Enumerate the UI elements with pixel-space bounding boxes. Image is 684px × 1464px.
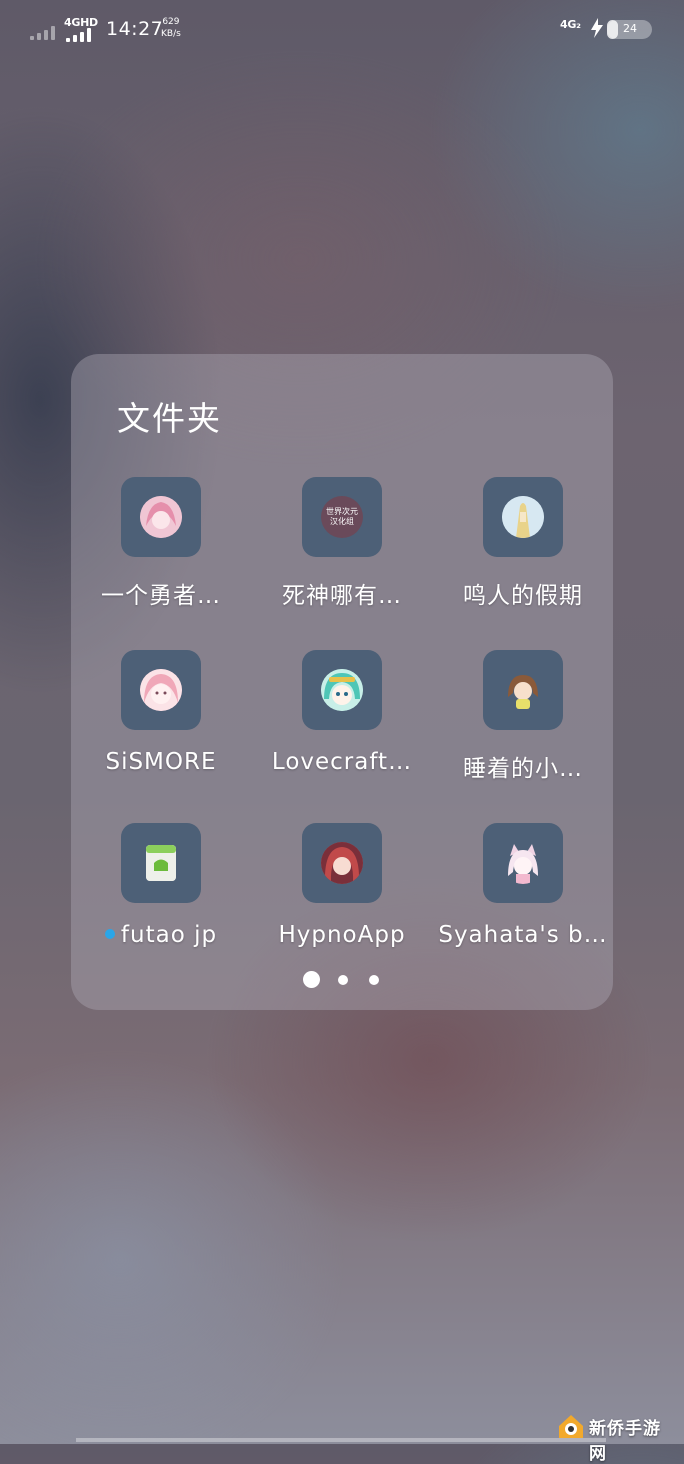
app-item[interactable]: Syahata's b… [433,823,613,973]
watermark-logo-icon [559,1415,583,1438]
app-label: SiSMORE [105,749,217,775]
app-item[interactable]: HypnoApp [252,823,432,973]
app-icon[interactable] [121,823,201,903]
app-icon[interactable] [302,823,382,903]
app-icon[interactable] [121,650,201,730]
signal-strength-icon-sim2 [66,28,92,42]
app-icon[interactable] [483,823,563,903]
page-dot[interactable] [369,975,379,985]
app-icon[interactable] [302,650,382,730]
app-label: HypnoApp [278,922,406,948]
page-indicator [71,970,613,990]
app-item[interactable]: futao jp [71,823,251,973]
app-icon[interactable]: 世界次元 汉化组 [302,477,382,557]
signal-strength-icon-sim1 [30,24,60,40]
app-label: Lovecraft… [271,749,413,775]
battery-level: 24 [623,22,637,35]
watermark-text: 新侨手游网 [589,1419,661,1464]
app-label: Syahata's b… [438,922,608,948]
app-label: futao jp [71,922,251,948]
charging-bolt-icon [591,18,603,38]
app-item[interactable]: SiSMORE [71,650,251,800]
app-icon[interactable] [121,477,201,557]
cyan-hair-girl-icon [321,669,363,711]
status-bar: 4GHD 14:27 629 KB/s 4G₂ 24 [0,0,684,60]
network-speed-unit: KB/s [161,29,181,39]
watermark: 新侨手游网 [556,1408,676,1464]
pink-anime-girl-icon [140,496,182,538]
app-folder: 文件夹 一个勇者… 世界次元 汉化组 死神哪有… 鸣人的假期 SiSMORE L… [71,354,613,1010]
app-label: 一个勇者… [101,583,221,609]
network-type-label-2: 4G₂ [560,18,581,31]
app-icon[interactable] [483,477,563,557]
brown-hair-girl-icon [502,669,544,711]
battery-fill [607,20,618,39]
blonde-character-icon [502,496,544,538]
network-speed: 629 KB/s [161,16,181,40]
red-hair-girl-icon [321,842,363,884]
white-hair-catgirl-icon [502,842,544,884]
android-apk-icon [146,845,176,881]
app-item[interactable]: 世界次元 汉化组 死神哪有… [252,477,432,627]
translation-group-logo-icon: 世界次元 汉化组 [321,496,363,538]
app-label: 鸣人的假期 [463,583,583,609]
app-label-text: futao jp [120,922,218,948]
app-item[interactable]: Lovecraft… [252,650,432,800]
app-item[interactable]: 睡着的小… [433,650,613,800]
app-item[interactable]: 一个勇者… [71,477,251,627]
pink-hair-girl-icon [140,669,182,711]
logo-text-line-1: 世界次元 [326,507,358,516]
app-label: 睡着的小… [463,756,583,782]
dock-divider [76,1438,606,1442]
new-app-indicator [104,928,115,939]
network-speed-value: 629 [162,17,180,27]
folder-title[interactable]: 文件夹 [117,392,222,440]
clock: 14:27 [106,18,164,40]
page-dot-active[interactable] [303,971,320,988]
app-icon[interactable] [483,650,563,730]
logo-text-line-2: 汉化组 [330,517,354,526]
app-label: 死神哪有… [282,583,402,609]
page-dot[interactable] [338,975,348,985]
app-item[interactable]: 鸣人的假期 [433,477,613,627]
battery-icon: 24 [607,20,652,39]
